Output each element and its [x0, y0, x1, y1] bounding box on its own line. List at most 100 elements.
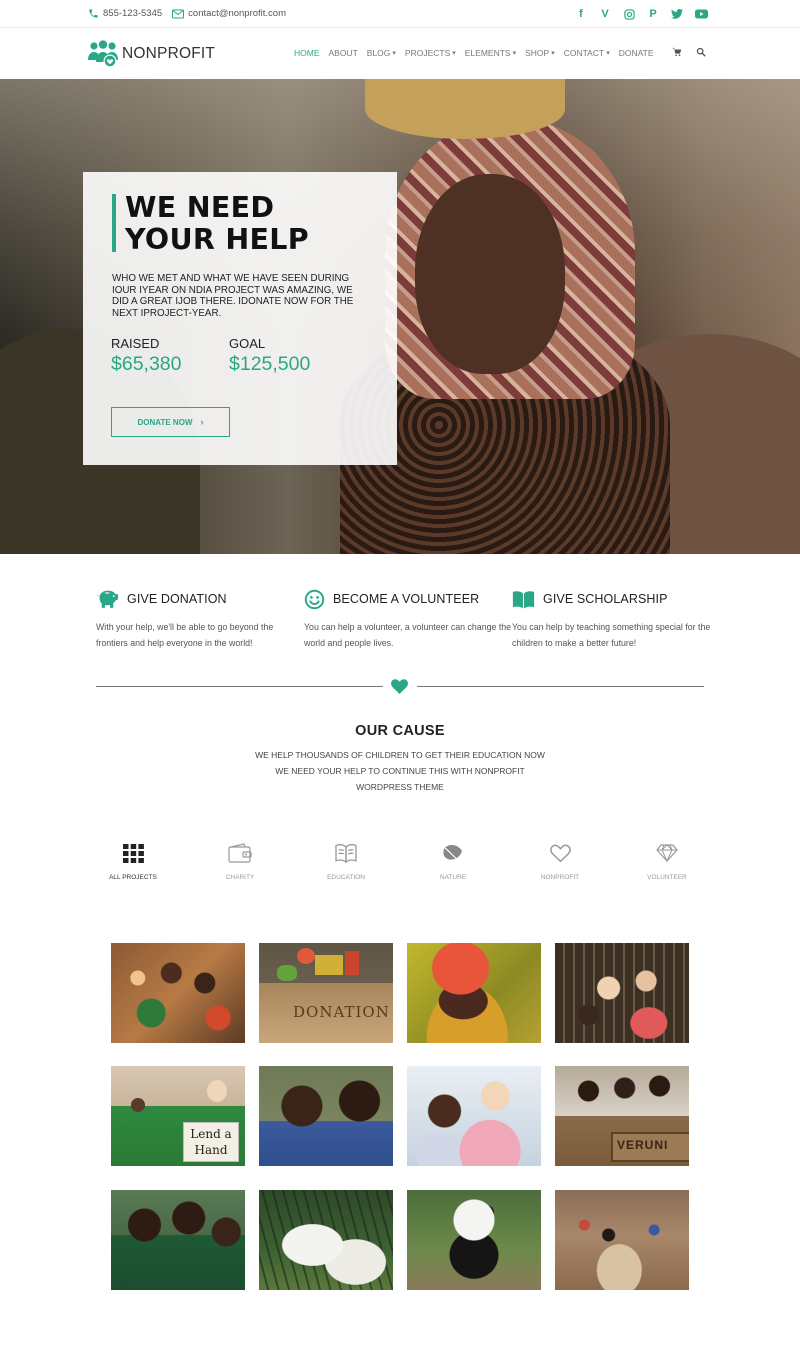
- goal-stat: GOAL $125,500: [229, 336, 310, 376]
- cause-line: WE HELP THOUSANDS OF CHILDREN TO GET THE…: [255, 750, 545, 760]
- phone-link[interactable]: 855-123-5345: [88, 8, 162, 19]
- nav-item-label: BLOG: [366, 48, 391, 58]
- twitter-icon[interactable]: [670, 7, 684, 21]
- phone-number: 855-123-5345: [103, 8, 163, 19]
- project-card-panda[interactable]: [407, 1190, 541, 1290]
- chevron-right-icon: ›: [200, 417, 204, 427]
- nav-item-home[interactable]: HOME: [294, 48, 320, 58]
- main-menu: HOME ABOUT BLOG ▾ PROJECTS ▾ ELEMENTS ▾ SHO…: [294, 48, 663, 58]
- box-label: DONATION: [293, 1003, 390, 1021]
- project-card-teacher-child[interactable]: [407, 1066, 541, 1166]
- facebook-icon[interactable]: f: [574, 7, 588, 21]
- project-card-woman-headwrap[interactable]: [407, 943, 541, 1043]
- nav-item-label: DONATE: [618, 48, 654, 58]
- produce-shape: [345, 951, 359, 975]
- chevron-down-icon: ▾: [512, 50, 517, 57]
- nav-item-blog[interactable]: BLOG ▾: [367, 48, 396, 58]
- project-card-white-tigers[interactable]: [259, 1190, 393, 1290]
- produce-shape: [277, 965, 297, 981]
- project-card-lend-a-hand[interactable]: Lend a Hand: [111, 1066, 245, 1166]
- book-icon: [512, 590, 535, 608]
- feature-header: GIVE SCHOLARSHIP: [512, 587, 722, 611]
- feature-become-volunteer: BECOME A VOLUNTEER You can help a volunt…: [304, 587, 514, 651]
- piggy-bank-icon: [96, 590, 119, 608]
- nav-item-elements[interactable]: ELEMENTS ▾: [465, 48, 516, 58]
- search-icon[interactable]: [696, 47, 706, 57]
- divider-line: [96, 686, 383, 687]
- feature-title: BECOME A VOLUNTEER: [333, 592, 480, 606]
- paypal-icon[interactable]: P: [646, 7, 660, 21]
- desk-text: VERUNI: [617, 1138, 669, 1152]
- social-links: f V P: [564, 7, 708, 21]
- youtube-icon[interactable]: [694, 7, 708, 21]
- brand-name: NONPROFIT: [122, 45, 216, 62]
- feature-header: BECOME A VOLUNTEER: [304, 587, 514, 611]
- instagram-icon[interactable]: [622, 7, 636, 21]
- nav-item-label: SHOP: [525, 48, 550, 58]
- feature-text: With your help, we'll be able to go beyo…: [96, 622, 274, 648]
- email-address: contact@nonprofit.com: [188, 8, 287, 19]
- filter-label: NATURE: [439, 874, 467, 881]
- vine-icon[interactable]: V: [598, 7, 612, 21]
- feature-title: GIVE DONATION: [127, 592, 227, 606]
- nav-item-contact[interactable]: CONTACT ▾: [564, 48, 610, 58]
- envelope-icon: [172, 9, 185, 18]
- nav-item-about[interactable]: ABOUT: [329, 48, 358, 58]
- person-shape: [207, 1080, 227, 1102]
- feature-give-scholarship: GIVE SCHOLARSHIP You can help by teachin…: [512, 587, 722, 651]
- heart-icon: [549, 844, 571, 862]
- donate-now-label: DONATE NOW: [137, 417, 193, 427]
- project-card-donation-box[interactable]: DONATION: [259, 943, 393, 1043]
- chevron-down-icon: ▾: [392, 50, 396, 57]
- cause-title: OUR CAUSE: [355, 723, 445, 739]
- feature-text: You can help a volunteer, a volunteer ca…: [304, 622, 512, 648]
- hero-description: WHO WE MET AND WHAT WE HAVE SEEN DURING …: [112, 273, 354, 319]
- project-card-kids-football[interactable]: [555, 1190, 689, 1290]
- project-card-thumbs-up-kids[interactable]: [111, 1190, 245, 1290]
- donate-now-button[interactable]: DONATE NOW ›: [111, 407, 230, 437]
- filter-label: VOLUNTEER: [647, 874, 687, 881]
- filter-label: EDUCATION: [327, 874, 365, 881]
- nav-item-shop[interactable]: SHOP ▾: [525, 48, 555, 58]
- raised-stat: RAISED $65,380: [111, 336, 182, 376]
- email-link[interactable]: contact@nonprofit.com: [172, 8, 286, 19]
- project-card-reading-children[interactable]: [555, 943, 689, 1043]
- produce-shape: [297, 948, 315, 964]
- chevron-down-icon: ▾: [452, 50, 456, 57]
- filter-volunteer[interactable]: VOLUNTEER: [627, 840, 707, 881]
- phone-icon: [89, 9, 98, 18]
- hero-face: [415, 174, 565, 374]
- filter-charity[interactable]: CHARITY: [200, 840, 280, 881]
- filter-all-projects[interactable]: ALL PROJECTS: [93, 840, 173, 881]
- heart-icon: [391, 679, 408, 694]
- project-card-classroom[interactable]: VERUNI: [555, 1066, 689, 1166]
- filter-nature[interactable]: NATURE: [413, 840, 493, 881]
- nav-item-donate[interactable]: DONATE: [619, 48, 654, 58]
- sign-text: Lend a Hand: [190, 1127, 232, 1157]
- hero-title: WE NEED YOUR HELP: [125, 192, 309, 256]
- diamond-icon: [656, 844, 678, 862]
- nav-item-label: CONTACT: [563, 48, 605, 58]
- hero-basket: [365, 79, 565, 139]
- filter-label: CHARITY: [225, 874, 255, 881]
- hero-banner: WE NEED YOUR HELP WHO WE MET AND WHAT WE…: [0, 79, 800, 554]
- nav-item-label: ABOUT: [328, 48, 358, 58]
- cause-line: WE NEED YOUR HELP TO CONTINUE THIS WITH …: [275, 766, 525, 776]
- cart-icon[interactable]: [672, 47, 682, 57]
- filter-nonprofit[interactable]: NONPROFIT: [520, 840, 600, 881]
- project-card-two-boys[interactable]: [259, 1066, 393, 1166]
- cause-line: WORDPRESS THEME: [356, 782, 444, 792]
- top-bar: 855-123-5345 contact@nonprofit.com f V P: [0, 0, 800, 28]
- nav-item-projects[interactable]: PROJECTS ▾: [405, 48, 456, 58]
- nav-item-label: HOME: [294, 48, 320, 58]
- cause-subtitle: WE HELP THOUSANDS OF CHILDREN TO GET THE…: [0, 747, 800, 795]
- project-card-children-group[interactable]: [111, 943, 245, 1043]
- title-accent-bar: [112, 194, 116, 252]
- filter-education[interactable]: EDUCATION: [306, 840, 386, 881]
- contact-info: 855-123-5345 contact@nonprofit.com: [88, 8, 296, 19]
- wallet-icon: [228, 843, 252, 863]
- smile-icon: [304, 589, 325, 609]
- main-navbar: NONPROFIT HOME ABOUT BLOG ▾ PROJECTS ▾ ELE…: [0, 28, 800, 79]
- brand-logo[interactable]: NONPROFIT: [88, 40, 215, 68]
- chevron-down-icon: ▾: [551, 50, 555, 57]
